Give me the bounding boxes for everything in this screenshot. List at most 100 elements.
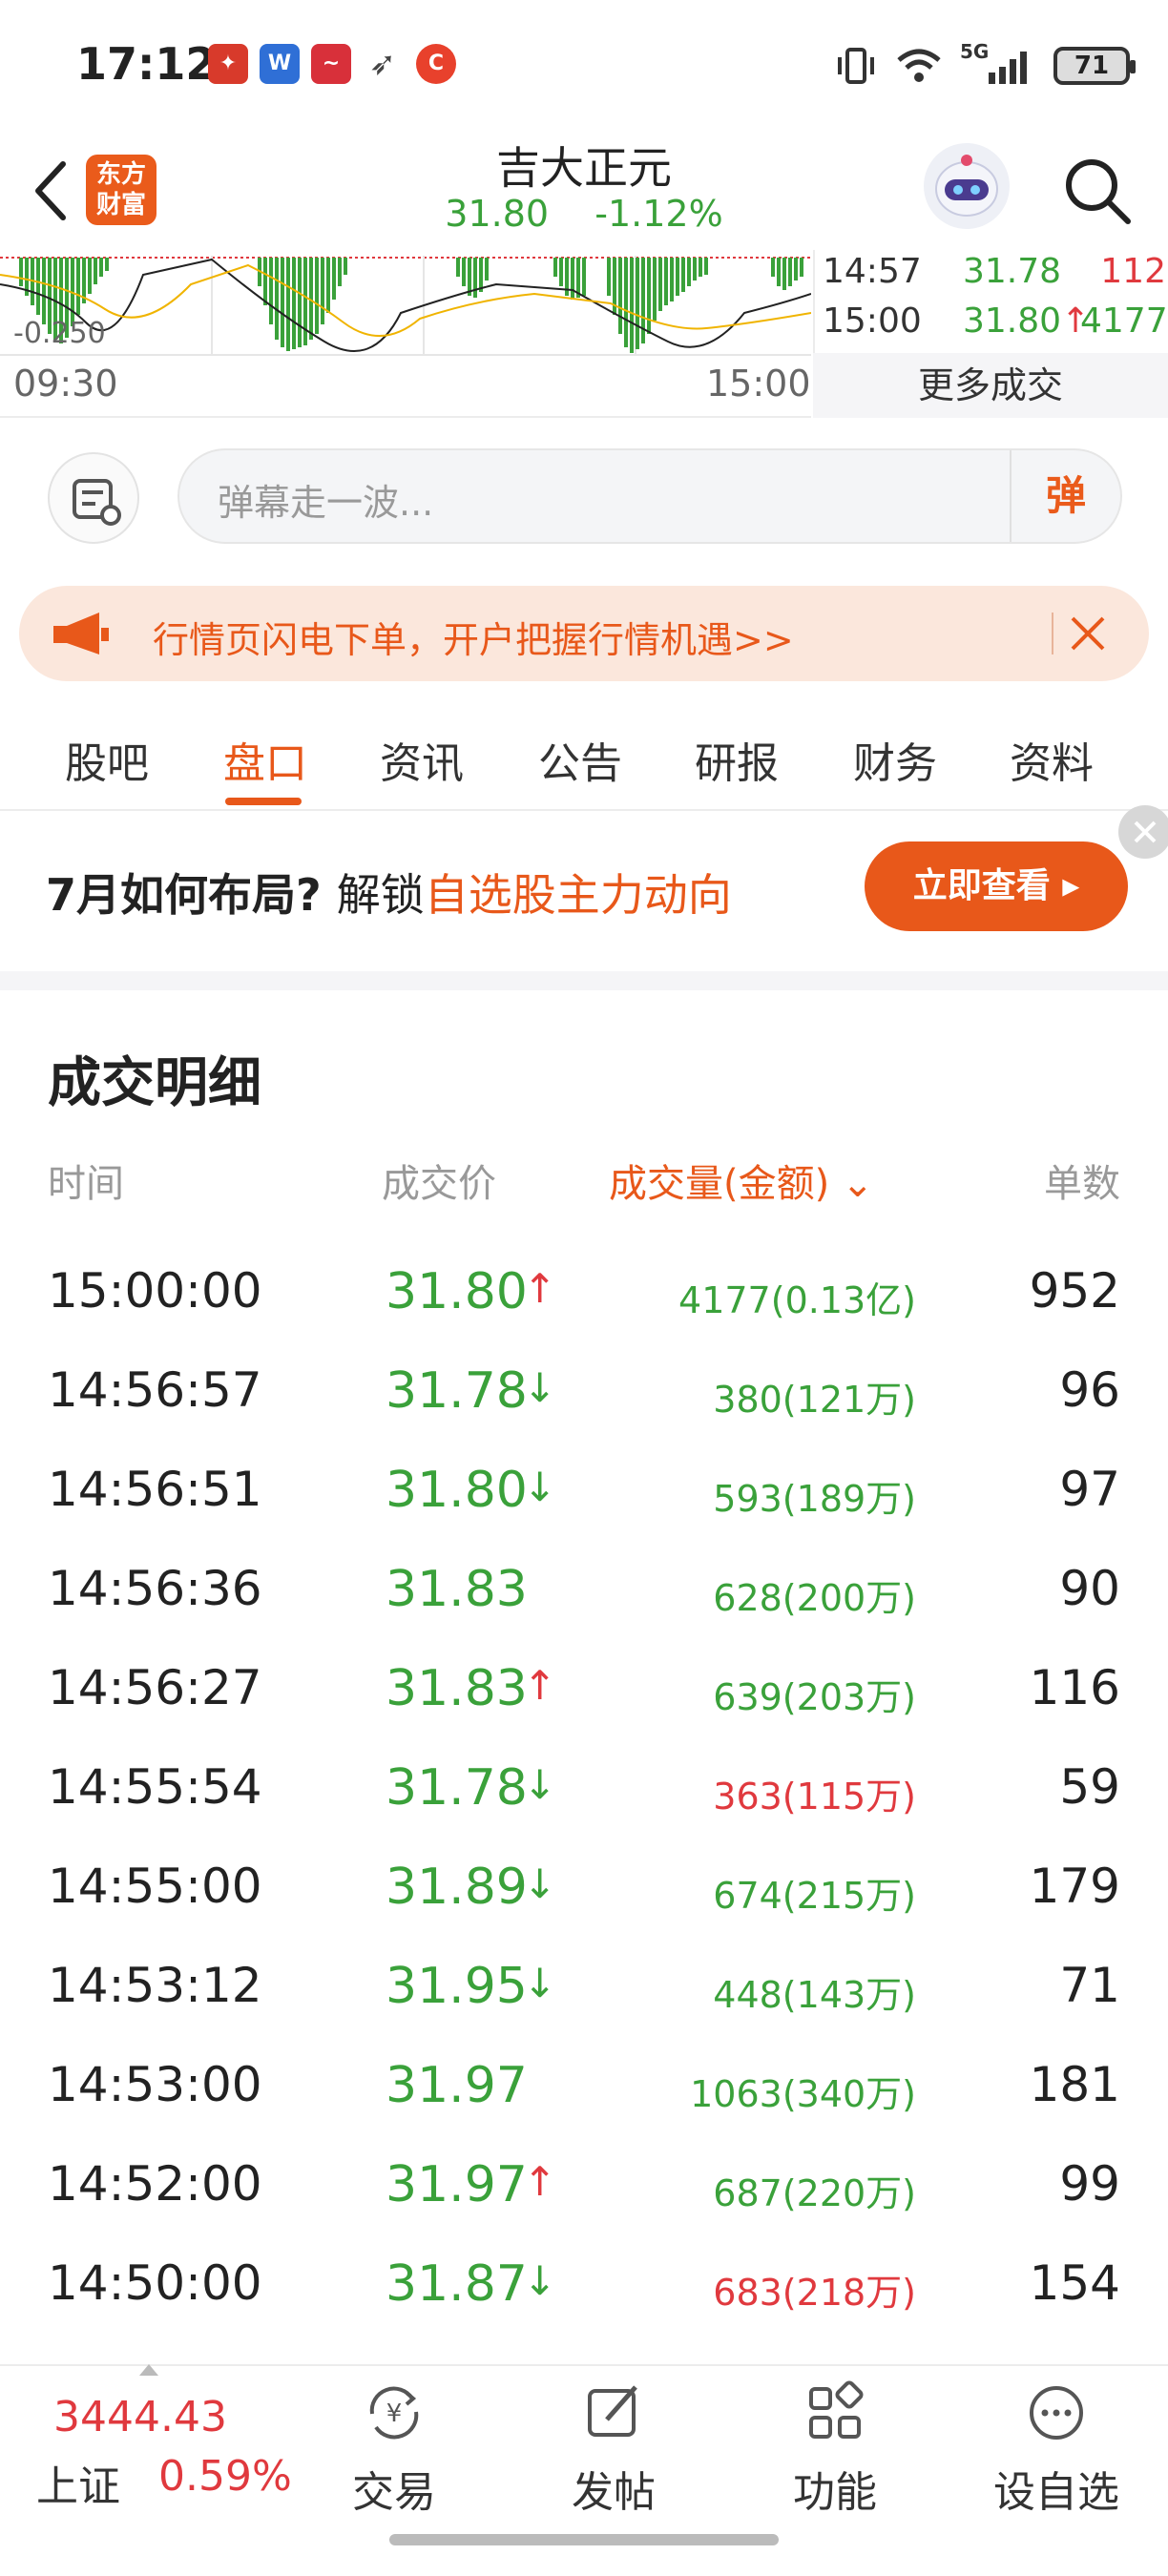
- arrow-down-icon: ↓: [523, 1464, 557, 1510]
- more-dots-icon: [1030, 2386, 1083, 2440]
- nav-post[interactable]: 发帖: [542, 2379, 685, 2519]
- tab-pankou[interactable]: 盘口: [223, 729, 307, 790]
- table-row: 14:56:36 31.83 628(200万) 90: [0, 1536, 1168, 1635]
- trade-count: 97: [1059, 1462, 1120, 1517]
- section-tabs: 股吧 盘口 资讯 公告 研报 财务 资料: [0, 706, 1168, 811]
- trade-time: 14:50:00: [48, 2255, 262, 2311]
- table-row: 14:52:00 31.97 ↑ 687(220万) 99: [0, 2131, 1168, 2231]
- promo-banner[interactable]: 行情页闪电下单，开户把握行情机遇>>: [19, 586, 1149, 681]
- danmu-settings-button[interactable]: [48, 452, 139, 544]
- trade-count: 181: [1029, 2057, 1120, 2112]
- cellular-signal-icon: 5G: [960, 40, 1036, 88]
- trade-detail-title: 成交明细: [48, 1052, 261, 1114]
- trade-price: 31.78: [386, 1362, 528, 1420]
- table-row: 14:56:51 31.80 ↓ 593(189万) 97: [0, 1437, 1168, 1536]
- header-time: 时间: [48, 1162, 124, 1206]
- arrow-down-icon: ↓: [523, 1860, 557, 1907]
- more-deals-button[interactable]: 更多成交: [813, 353, 1168, 418]
- nav-trade[interactable]: ¥ 交易: [323, 2379, 466, 2519]
- chevron-down-icon: ⌄: [841, 1162, 874, 1206]
- home-indicator[interactable]: [389, 2534, 779, 2545]
- promo-text: 行情页闪电下单，开户把握行情机遇>>: [153, 619, 794, 661]
- table-row: 14:55:00 31.89 ↓ 674(215万) 179: [0, 1834, 1168, 1933]
- trade-time: 14:55:54: [48, 1759, 262, 1815]
- nav-functions[interactable]: 功能: [763, 2379, 907, 2519]
- tick-row: 14:57 31.78 112: [823, 252, 1166, 291]
- header-volume-sort[interactable]: 成交量(金额) ⌄: [609, 1153, 873, 1208]
- chart-y-label: -0.250: [13, 317, 106, 350]
- nav-add-watchlist[interactable]: 设自选: [985, 2379, 1128, 2519]
- arrow-down-icon: ↓: [523, 1761, 557, 1808]
- view-now-button[interactable]: 立即查看 ▸: [865, 841, 1128, 931]
- arrow-down-icon: ↓: [523, 1960, 557, 2006]
- intraday-chart-svg: [0, 256, 812, 356]
- trade-volume: 683(218万): [713, 2272, 916, 2314]
- trade-price: 31.89: [386, 1859, 528, 1916]
- header-price: 成交价: [382, 1162, 496, 1206]
- trade-volume: 1063(340万): [690, 2073, 916, 2115]
- promo-divider: [1052, 613, 1053, 654]
- robot-assistant-icon[interactable]: [924, 143, 1010, 229]
- tab-research[interactable]: 研报: [695, 729, 779, 790]
- danmu-settings-icon: [73, 479, 121, 526]
- arrow-down-icon: ↓: [523, 2257, 557, 2304]
- trade-time: 14:52:00: [48, 2156, 262, 2212]
- vibrate-icon: [838, 48, 874, 84]
- status-time: 17:12: [76, 38, 217, 90]
- table-row: 14:53:00 31.97 1063(340万) 181: [0, 2032, 1168, 2131]
- status-bar: 17:12 ✦ W ~ ➶ C 5G 71: [0, 0, 1168, 134]
- c-app-notification-icon: C: [416, 44, 456, 84]
- svg-text:¥: ¥: [386, 2399, 403, 2428]
- trade-price: 31.80: [386, 1263, 528, 1320]
- feather-notification-icon: ➶: [363, 44, 403, 84]
- app-notification-icon: ✦: [208, 44, 248, 84]
- tab-guba[interactable]: 股吧: [65, 729, 149, 790]
- trade-price: 31.83: [386, 1660, 528, 1717]
- danmu-input[interactable]: 弹幕走一波... 弹: [177, 448, 1122, 544]
- tab-announcements[interactable]: 公告: [538, 729, 622, 790]
- tab-finance[interactable]: 财务: [853, 729, 937, 790]
- stock-price: 31.80: [445, 193, 550, 235]
- trade-time: 14:56:27: [48, 1660, 262, 1715]
- trade-price: 31.97: [386, 2057, 528, 2114]
- tab-profile[interactable]: 资料: [1010, 729, 1094, 790]
- trade-count: 71: [1059, 1958, 1120, 2013]
- trade-time: 14:55:00: [48, 1859, 262, 1914]
- trade-price: 31.87: [386, 2255, 528, 2313]
- close-icon: [1134, 821, 1157, 843]
- edit-post-icon: [588, 2385, 637, 2437]
- trade-count: 90: [1059, 1561, 1120, 1616]
- chart-end-time: 15:00: [706, 363, 811, 405]
- wifi-icon: [897, 49, 941, 82]
- trade-price: 31.83: [386, 1561, 528, 1618]
- trade-price: 31.78: [386, 1759, 528, 1817]
- table-row: 14:50:00 31.87 ↓ 683(218万) 154: [0, 2231, 1168, 2330]
- table-row: 14:56:27 31.83 ↑ 639(203万) 116: [0, 1635, 1168, 1735]
- danmu-send-button[interactable]: 弹: [1010, 450, 1120, 542]
- ad-banner[interactable]: 7月如何布局? 解锁自选股主力动向 立即查看 ▸: [0, 813, 1168, 966]
- trade-price: 31.95: [386, 1958, 528, 2015]
- stock-change-pct: -1.12%: [594, 193, 723, 235]
- ad-text: 7月如何布局? 解锁自选股主力动向: [46, 869, 732, 921]
- trade-time: 14:53:00: [48, 2057, 262, 2112]
- search-icon[interactable]: [1059, 153, 1136, 229]
- trade-volume: 593(189万): [713, 1478, 916, 1520]
- close-icon[interactable]: [1065, 611, 1111, 656]
- section-divider: [0, 971, 1168, 990]
- intraday-chart[interactable]: -0.250: [0, 256, 812, 418]
- news-notification-icon: ~: [311, 44, 351, 84]
- trade-price: 31.80: [386, 1462, 528, 1519]
- arrow-up-icon: ↑: [523, 1265, 557, 1312]
- trade-time: 14:56:51: [48, 1462, 262, 1517]
- trade-volume: 380(121万): [713, 1379, 916, 1421]
- trade-count: 179: [1029, 1859, 1120, 1914]
- trade-volume: 4177(0.13亿): [678, 1279, 916, 1321]
- tab-news[interactable]: 资讯: [380, 729, 464, 790]
- trade-count: 154: [1029, 2255, 1120, 2311]
- table-row: 14:53:12 31.95 ↓ 448(143万) 71: [0, 1933, 1168, 2032]
- trade-volume: 674(215万): [713, 1875, 916, 1917]
- ad-close-button[interactable]: [1118, 805, 1168, 859]
- trade-volume: 363(115万): [713, 1776, 916, 1818]
- table-row: 14:56:57 31.78 ↓ 380(121万) 96: [0, 1338, 1168, 1437]
- grid-function-icon: [809, 2380, 864, 2439]
